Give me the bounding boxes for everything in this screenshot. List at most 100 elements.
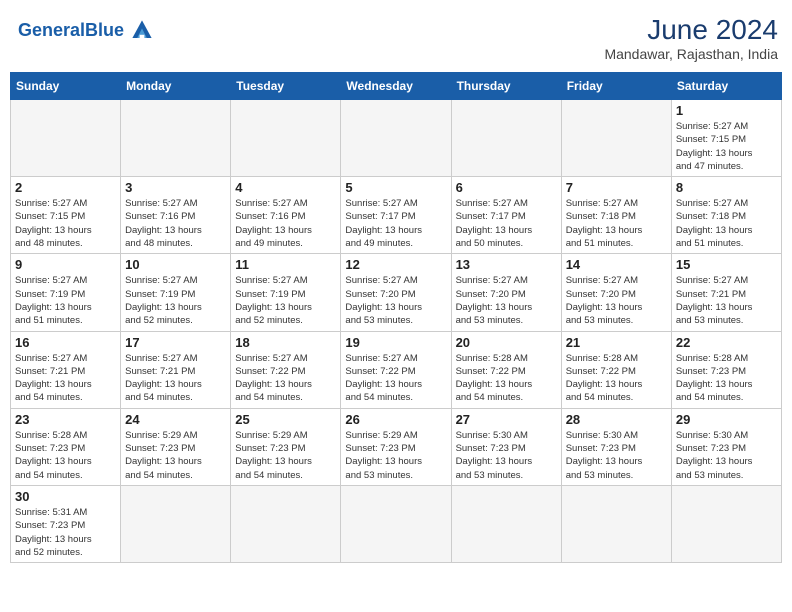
- day-info: Sunrise: 5:27 AM Sunset: 7:18 PM Dayligh…: [676, 197, 777, 250]
- calendar-cell: [121, 100, 231, 177]
- calendar-cell: 18Sunrise: 5:27 AM Sunset: 7:22 PM Dayli…: [231, 331, 341, 408]
- calendar-cell: 4Sunrise: 5:27 AM Sunset: 7:16 PM Daylig…: [231, 177, 341, 254]
- calendar-cell: 21Sunrise: 5:28 AM Sunset: 7:22 PM Dayli…: [561, 331, 671, 408]
- day-info: Sunrise: 5:30 AM Sunset: 7:23 PM Dayligh…: [456, 429, 557, 482]
- calendar-cell: 27 Sunrise: 5:30 AM Sunset: 7:23 PM Dayli…: [451, 408, 561, 485]
- logo-general: General: [18, 20, 85, 40]
- day-info: Sunrise: 5:29 AM Sunset: 7:23 PM Dayligh…: [235, 429, 336, 482]
- day-info: Sunrise: 5:30 AM Sunset: 7:23 PM Dayligh…: [566, 429, 667, 482]
- calendar-cell: 15 Sunrise: 5:27 AM Sunset: 7:21 PM Dayli…: [671, 254, 781, 331]
- calendar-cell: 17 Sunrise: 5:27 AM Sunset: 7:21 PM Dayli…: [121, 331, 231, 408]
- week-row-4: 16 Sunrise: 5:27 AM Sunset: 7:21 PM Dayli…: [11, 331, 782, 408]
- day-number: 16: [15, 335, 116, 350]
- calendar-cell: [561, 485, 671, 562]
- day-number: 19: [345, 335, 446, 350]
- calendar-cell: 28 Sunrise: 5:30 AM Sunset: 7:23 PM Dayli…: [561, 408, 671, 485]
- location: Mandawar, Rajasthan, India: [604, 46, 778, 62]
- day-info: Sunrise: 5:27 AM Sunset: 7:21 PM Dayligh…: [676, 274, 777, 327]
- day-number: 29: [676, 412, 777, 427]
- day-info: Sunrise: 5:27 AM Sunset: 7:16 PM Dayligh…: [125, 197, 226, 250]
- header-row: SundayMondayTuesdayWednesdayThursdayFrid…: [11, 73, 782, 100]
- calendar-cell: 8 Sunrise: 5:27 AM Sunset: 7:18 PM Daylig…: [671, 177, 781, 254]
- day-info: Sunrise: 5:27 AM Sunset: 7:20 PM Dayligh…: [566, 274, 667, 327]
- day-info: Sunrise: 5:27 AM Sunset: 7:20 PM Dayligh…: [345, 274, 446, 327]
- day-number: 8: [676, 180, 777, 195]
- calendar-cell: 1 Sunrise: 5:27 AM Sunset: 7:15 PM Daylig…: [671, 100, 781, 177]
- calendar-cell: 20 Sunrise: 5:28 AM Sunset: 7:22 PM Dayli…: [451, 331, 561, 408]
- day-info: Sunrise: 5:27 AM Sunset: 7:15 PM Dayligh…: [15, 197, 116, 250]
- calendar-cell: 3 Sunrise: 5:27 AM Sunset: 7:16 PM Daylig…: [121, 177, 231, 254]
- day-number: 20: [456, 335, 557, 350]
- day-header-monday: Monday: [121, 73, 231, 100]
- calendar-cell: 26Sunrise: 5:29 AM Sunset: 7:23 PM Dayli…: [341, 408, 451, 485]
- day-info: Sunrise: 5:27 AM Sunset: 7:15 PM Dayligh…: [676, 120, 777, 173]
- day-number: 27: [456, 412, 557, 427]
- calendar-cell: 24Sunrise: 5:29 AM Sunset: 7:23 PM Dayli…: [121, 408, 231, 485]
- calendar-cell: [561, 100, 671, 177]
- calendar-cell: 14 Sunrise: 5:27 AM Sunset: 7:20 PM Dayli…: [561, 254, 671, 331]
- day-number: 28: [566, 412, 667, 427]
- day-header-friday: Friday: [561, 73, 671, 100]
- calendar-cell: [11, 100, 121, 177]
- day-info: Sunrise: 5:27 AM Sunset: 7:17 PM Dayligh…: [456, 197, 557, 250]
- calendar-cell: 5Sunrise: 5:27 AM Sunset: 7:17 PM Daylig…: [341, 177, 451, 254]
- calendar-cell: 9 Sunrise: 5:27 AM Sunset: 7:19 PM Daylig…: [11, 254, 121, 331]
- calendar-cell: 19Sunrise: 5:27 AM Sunset: 7:22 PM Dayli…: [341, 331, 451, 408]
- calendar-cell: 25 Sunrise: 5:29 AM Sunset: 7:23 PM Dayli…: [231, 408, 341, 485]
- header: GeneralBlue June 2024 Mandawar, Rajastha…: [10, 10, 782, 66]
- day-number: 9: [15, 257, 116, 272]
- calendar-cell: [451, 100, 561, 177]
- title-section: June 2024 Mandawar, Rajasthan, India: [604, 14, 778, 62]
- day-number: 15: [676, 257, 777, 272]
- day-info: Sunrise: 5:31 AM Sunset: 7:23 PM Dayligh…: [15, 506, 116, 559]
- day-header-sunday: Sunday: [11, 73, 121, 100]
- day-info: Sunrise: 5:27 AM Sunset: 7:19 PM Dayligh…: [15, 274, 116, 327]
- day-info: Sunrise: 5:27 AM Sunset: 7:18 PM Dayligh…: [566, 197, 667, 250]
- day-info: Sunrise: 5:27 AM Sunset: 7:16 PM Dayligh…: [235, 197, 336, 250]
- day-number: 7: [566, 180, 667, 195]
- calendar-cell: [671, 485, 781, 562]
- calendar-cell: 29Sunrise: 5:30 AM Sunset: 7:23 PM Dayli…: [671, 408, 781, 485]
- day-number: 23: [15, 412, 116, 427]
- day-number: 17: [125, 335, 226, 350]
- calendar-cell: 13Sunrise: 5:27 AM Sunset: 7:20 PM Dayli…: [451, 254, 561, 331]
- day-info: Sunrise: 5:27 AM Sunset: 7:21 PM Dayligh…: [15, 352, 116, 405]
- calendar-cell: 7 Sunrise: 5:27 AM Sunset: 7:18 PM Daylig…: [561, 177, 671, 254]
- day-number: 6: [456, 180, 557, 195]
- month-year: June 2024: [604, 14, 778, 46]
- day-info: Sunrise: 5:27 AM Sunset: 7:22 PM Dayligh…: [235, 352, 336, 405]
- logo-blue: Blue: [85, 20, 124, 40]
- day-header-saturday: Saturday: [671, 73, 781, 100]
- day-header-tuesday: Tuesday: [231, 73, 341, 100]
- week-row-1: 1 Sunrise: 5:27 AM Sunset: 7:15 PM Daylig…: [11, 100, 782, 177]
- day-number: 21: [566, 335, 667, 350]
- calendar-cell: 30 Sunrise: 5:31 AM Sunset: 7:23 PM Dayli…: [11, 485, 121, 562]
- day-info: Sunrise: 5:28 AM Sunset: 7:23 PM Dayligh…: [676, 352, 777, 405]
- day-header-wednesday: Wednesday: [341, 73, 451, 100]
- day-info: Sunrise: 5:27 AM Sunset: 7:19 PM Dayligh…: [125, 274, 226, 327]
- calendar-cell: [341, 485, 451, 562]
- calendar-cell: 16 Sunrise: 5:27 AM Sunset: 7:21 PM Dayli…: [11, 331, 121, 408]
- day-info: Sunrise: 5:29 AM Sunset: 7:23 PM Dayligh…: [345, 429, 446, 482]
- logo-icon: [126, 14, 158, 46]
- day-info: Sunrise: 5:29 AM Sunset: 7:23 PM Dayligh…: [125, 429, 226, 482]
- page: GeneralBlue June 2024 Mandawar, Rajastha…: [0, 0, 792, 573]
- day-number: 14: [566, 257, 667, 272]
- day-info: Sunrise: 5:28 AM Sunset: 7:22 PM Dayligh…: [456, 352, 557, 405]
- logo-text: GeneralBlue: [18, 20, 124, 41]
- day-info: Sunrise: 5:27 AM Sunset: 7:21 PM Dayligh…: [125, 352, 226, 405]
- calendar-cell: [121, 485, 231, 562]
- calendar-cell: 10Sunrise: 5:27 AM Sunset: 7:19 PM Dayli…: [121, 254, 231, 331]
- logo: GeneralBlue: [18, 14, 158, 46]
- day-number: 2: [15, 180, 116, 195]
- day-number: 1: [676, 103, 777, 118]
- week-row-6: 30 Sunrise: 5:31 AM Sunset: 7:23 PM Dayli…: [11, 485, 782, 562]
- calendar-cell: [231, 100, 341, 177]
- calendar-cell: 6 Sunrise: 5:27 AM Sunset: 7:17 PM Daylig…: [451, 177, 561, 254]
- day-header-thursday: Thursday: [451, 73, 561, 100]
- day-info: Sunrise: 5:27 AM Sunset: 7:17 PM Dayligh…: [345, 197, 446, 250]
- day-info: Sunrise: 5:28 AM Sunset: 7:23 PM Dayligh…: [15, 429, 116, 482]
- day-number: 25: [235, 412, 336, 427]
- day-number: 30: [15, 489, 116, 504]
- day-number: 3: [125, 180, 226, 195]
